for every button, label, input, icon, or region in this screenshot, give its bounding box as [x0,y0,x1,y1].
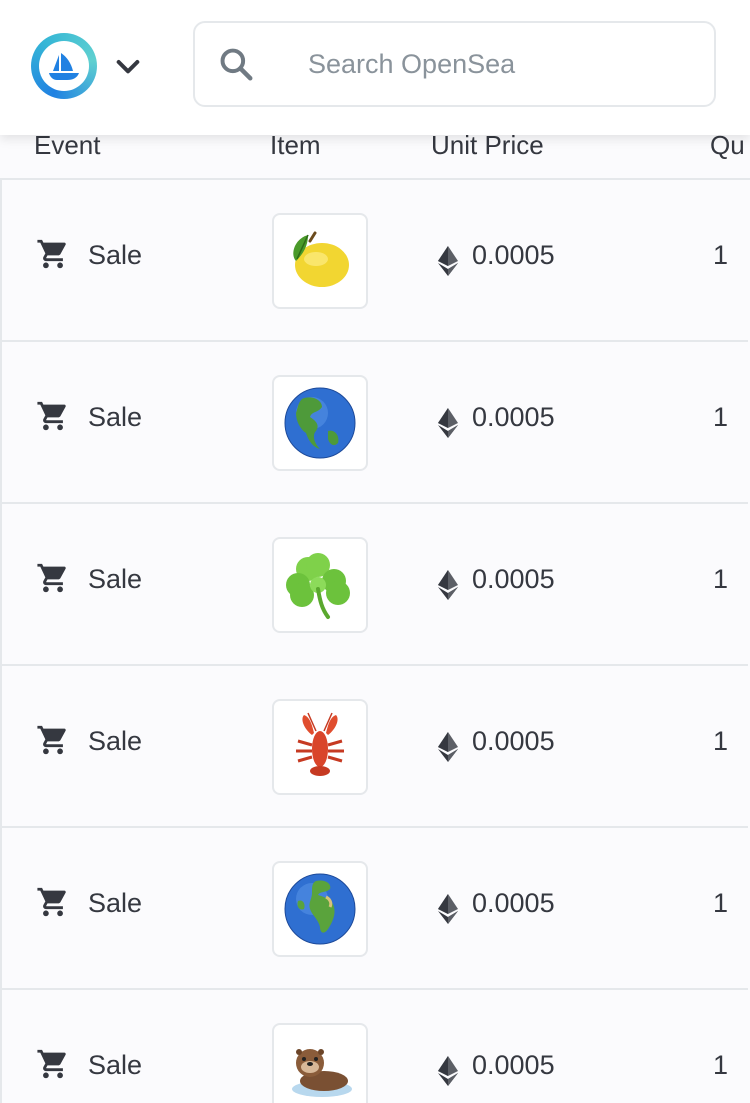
ship-icon [49,53,79,80]
ethereum-icon [438,570,458,600]
shamrock-icon [286,553,350,619]
otter-icon [292,1049,352,1097]
event-label: Sale [88,888,143,918]
top-nav [0,0,750,135]
globe-europe-africa-icon [284,873,356,945]
item-thumbnail[interactable] [272,1023,368,1103]
unit-price: 0.0005 [472,726,555,756]
ethereum-icon [438,246,458,276]
cart-icon [37,725,66,755]
table-row[interactable]: Sale 0.0005 1 [0,342,748,504]
cart-icon [37,563,66,593]
quantity: 1 [713,888,729,918]
ethereum-icon [438,1056,458,1086]
globe-americas-icon [284,387,356,459]
ethereum-icon [438,408,458,438]
event-label: Sale [88,564,143,594]
table-row[interactable]: Sale 0.0005 1 [0,990,748,1103]
quantity: 1 [713,240,729,270]
item-thumbnail[interactable] [272,861,368,957]
activity-table: Event Item Unit Price Qu Sale 0.0005 1 S… [0,0,750,1103]
cart-icon [37,1049,66,1079]
item-thumbnail[interactable] [272,537,368,633]
search-icon [220,48,253,81]
unit-price: 0.0005 [472,888,555,918]
unit-price: 0.0005 [472,1050,555,1080]
search-bar[interactable] [193,21,716,107]
table-row[interactable]: Sale 0.0005 1 [0,666,748,828]
quantity: 1 [713,726,729,756]
ethereum-icon [438,894,458,924]
cart-icon [37,887,66,917]
quantity: 1 [713,402,729,432]
item-thumbnail[interactable] [272,375,368,471]
unit-price: 0.0005 [472,402,555,432]
table-row[interactable]: Sale 0.0005 1 [0,828,748,990]
unit-price: 0.0005 [472,564,555,594]
table-row[interactable]: Sale 0.0005 1 [0,180,748,342]
event-label: Sale [88,402,143,432]
search-input[interactable] [308,43,688,85]
cart-icon [37,239,66,269]
quantity: 1 [713,564,729,594]
quantity: 1 [713,1050,729,1080]
lemon-icon [293,231,349,287]
event-label: Sale [88,240,143,270]
cart-icon [37,401,66,431]
item-thumbnail[interactable] [272,213,368,309]
item-thumbnail[interactable] [272,699,368,795]
event-label: Sale [88,726,143,756]
event-label: Sale [88,1050,143,1080]
logo-inner [39,41,89,91]
chevron-down-icon[interactable] [112,50,144,82]
opensea-logo[interactable] [31,33,97,99]
table-row[interactable]: Sale 0.0005 1 [0,504,748,666]
unit-price: 0.0005 [472,240,555,270]
page: Event Item Unit Price Qu Sale 0.0005 1 S… [0,0,750,1103]
ethereum-icon [438,732,458,762]
lobster-icon [296,712,344,776]
